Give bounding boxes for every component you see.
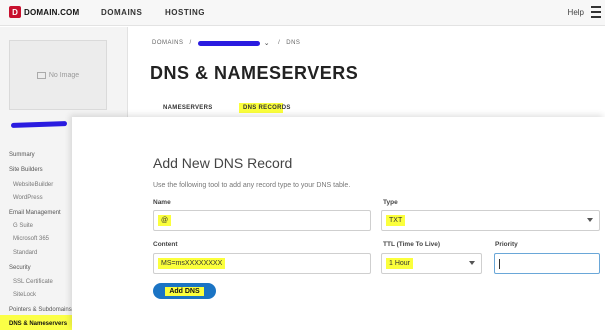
nav-hosting-link[interactable]: HOSTING	[165, 8, 205, 17]
tab-dns-records[interactable]: DNS RECORDS	[243, 105, 291, 111]
chevron-down-icon[interactable]: ⌄	[264, 39, 270, 47]
image-placeholder-icon	[36, 71, 46, 79]
breadcrumb-current: DNS	[286, 40, 301, 46]
name-label: Name	[153, 199, 171, 206]
brand-name: DOMAIN.COM	[24, 7, 80, 17]
name-value: @	[158, 215, 172, 226]
sidebar-item-site-builders[interactable]: Site Builders	[9, 167, 43, 173]
page-title: DNS & NAMESERVERS	[150, 63, 359, 83]
sidebar-item-wordpress[interactable]: WordPress	[13, 195, 43, 201]
breadcrumb-domains-link[interactable]: DOMAINS	[152, 40, 184, 46]
text-cursor	[499, 258, 500, 269]
breadcrumb-separator: /	[189, 40, 192, 46]
sidebar-item-websitebuilder[interactable]: WebsiteBuilder	[13, 182, 53, 188]
nav-domains-link[interactable]: DOMAINS	[101, 8, 142, 17]
top-nav: D DOMAIN.COM DOMAINS HOSTING Help	[0, 0, 605, 26]
content-value: MS=msXXXXXXXX	[158, 258, 226, 269]
priority-label: Priority	[495, 241, 518, 248]
sidebar-item-summary[interactable]: Summary	[9, 152, 35, 158]
brand-logo[interactable]: D DOMAIN.COM	[9, 6, 79, 18]
ttl-value: 1 Hour	[386, 258, 414, 269]
sidebar-item-g-suite[interactable]: G Suite	[13, 223, 33, 229]
name-field[interactable]: @	[153, 210, 371, 231]
content-field[interactable]: MS=msXXXXXXXX	[153, 253, 371, 274]
ttl-select[interactable]: 1 Hour	[381, 253, 482, 274]
hamburger-menu-icon[interactable]	[591, 6, 601, 18]
sidebar-item-email-management[interactable]: Email Management	[9, 210, 61, 216]
sidebar-item-security[interactable]: Security	[9, 265, 31, 271]
thumbnail-text: No Image	[48, 71, 80, 79]
modal-description: Use the following tool to add any record…	[153, 182, 351, 189]
priority-field[interactable]	[494, 253, 600, 274]
dropdown-caret-icon	[587, 218, 593, 222]
sidebar-item-dns-nameservers[interactable]: DNS & Nameservers	[9, 321, 67, 327]
dropdown-caret-icon	[469, 261, 475, 265]
sidebar-item-ssl-certificate[interactable]: SSL Certificate	[13, 279, 53, 285]
modal-title: Add New DNS Record	[153, 155, 293, 171]
brand-logo-icon: D	[9, 6, 21, 18]
breadcrumb: DOMAINS / ⌄ / DNS	[152, 39, 300, 47]
content-label: Content	[153, 241, 178, 248]
type-label: Type	[383, 199, 398, 206]
sidebar-item-sitelock[interactable]: SiteLock	[13, 292, 36, 298]
add-dns-button[interactable]: Add DNS	[153, 283, 216, 299]
redacted-domain-breadcrumb	[197, 40, 260, 46]
sidebar-item-pointers-subdomains[interactable]: Pointers & Subdomains	[9, 307, 72, 313]
breadcrumb-separator-2: /	[278, 40, 281, 46]
domain-thumbnail: No Image	[9, 40, 107, 110]
help-link[interactable]: Help	[568, 8, 584, 17]
sidebar-item-microsoft-365[interactable]: Microsoft 365	[13, 236, 49, 242]
add-dns-button-label: Add DNS	[165, 286, 204, 296]
tab-nameservers[interactable]: NAMESERVERS	[163, 105, 213, 111]
ttl-label: TTL (Time To Live)	[383, 241, 441, 248]
sidebar-item-standard[interactable]: Standard	[13, 250, 37, 256]
type-select[interactable]: TXT	[381, 210, 600, 231]
redacted-domain-name	[10, 121, 68, 128]
add-dns-record-modal: Add New DNS Record Use the following too…	[72, 117, 605, 330]
type-value: TXT	[386, 215, 406, 226]
